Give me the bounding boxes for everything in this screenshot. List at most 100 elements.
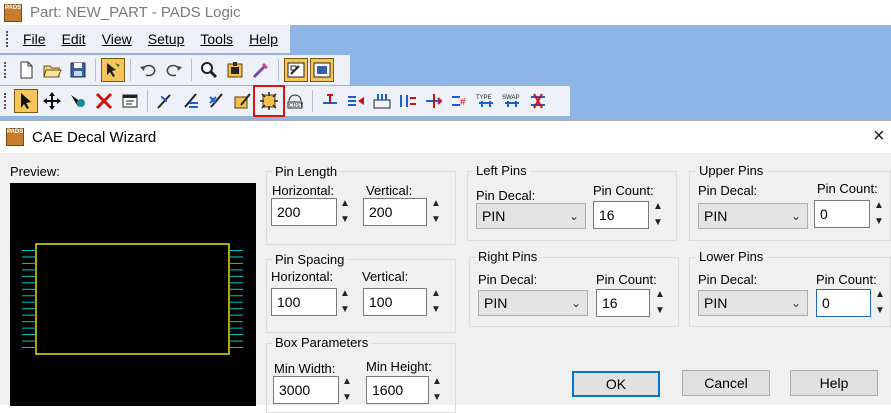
add-field-icon[interactable] <box>205 89 229 113</box>
svg-text:#: # <box>460 97 466 108</box>
pin-spacing-horizontal-input[interactable]: 100 <box>271 288 337 316</box>
dialog-title-bar: PADS CAE Decal Wizard × <box>0 121 891 153</box>
close-icon[interactable]: × <box>873 125 891 149</box>
help-button[interactable]: Help <box>790 370 878 396</box>
zoom-icon[interactable] <box>197 58 221 82</box>
menu-edit[interactable]: Edit <box>62 31 86 47</box>
pin-spacing-icon[interactable] <box>396 89 420 113</box>
properties-icon[interactable] <box>118 89 142 113</box>
cae-decal-wizard-icon[interactable] <box>253 85 285 117</box>
pads-app-icon: PADS <box>4 3 22 22</box>
pin-length-vertical-label: Vertical: <box>366 183 413 198</box>
menu-tools[interactable]: Tools <box>200 31 233 47</box>
decal-preview-drawing <box>22 243 243 355</box>
spin-down-icon: ▼ <box>874 216 884 227</box>
menu-grip-handle[interactable] <box>6 31 9 47</box>
pin-length-horizontal-label: Horizontal: <box>272 183 335 198</box>
undo-icon[interactable] <box>136 58 160 82</box>
upper-pins-decal-select[interactable]: PIN ⌄ <box>698 203 808 229</box>
min-width-spinner[interactable]: ▲ ▼ <box>340 376 354 404</box>
pin-spacing-vertical-spinner[interactable]: ▲ ▼ <box>429 288 443 316</box>
spin-down-icon: ▼ <box>875 305 885 316</box>
ok-button[interactable]: OK <box>572 371 660 397</box>
right-pins-count-label: Pin Count: <box>596 272 657 287</box>
set-pin-numbers-icon[interactable] <box>344 89 368 113</box>
min-width-label: Min Width: <box>274 361 336 376</box>
min-height-spinner[interactable]: ▲ ▼ <box>430 376 444 404</box>
right-pins-title: Right Pins <box>475 249 541 264</box>
pin-type-icon[interactable] <box>422 89 446 113</box>
box-parameters-title: Box Parameters <box>272 335 372 350</box>
cae-decal-wizard-dialog: PADS CAE Decal Wizard × Preview: Pin Len… <box>0 120 891 413</box>
type-icon[interactable]: TYPE <box>474 89 498 113</box>
add-cost-icon[interactable]: COST <box>283 89 307 113</box>
select-mode-icon[interactable] <box>101 58 125 82</box>
upper-pins-count-spinner[interactable]: ▲ ▼ <box>872 200 886 228</box>
pin-spacing-horizontal-spinner[interactable]: ▲ ▼ <box>338 288 352 316</box>
svg-text:SWAP: SWAP <box>502 95 519 101</box>
pin-spacing-horizontal-label: Horizontal: <box>271 269 334 284</box>
add-2d-line-icon[interactable] <box>153 89 177 113</box>
spin-down-icon: ▼ <box>340 214 350 225</box>
library-icon[interactable] <box>223 58 247 82</box>
menu-help[interactable]: Help <box>249 31 278 47</box>
new-icon[interactable] <box>14 58 38 82</box>
spin-up-icon: ▲ <box>340 198 350 209</box>
menu-setup[interactable]: Setup <box>148 31 185 47</box>
upper-pins-count-input[interactable]: 0 <box>814 200 870 228</box>
pin-length-horizontal-spinner[interactable]: ▲ ▼ <box>338 198 352 226</box>
add-text-icon[interactable] <box>179 89 203 113</box>
right-pins-count-input[interactable]: 16 <box>596 289 650 317</box>
min-width-input[interactable]: 3000 <box>273 376 339 404</box>
part-editor-icon[interactable] <box>284 58 308 82</box>
toolbar2-grip-handle[interactable] <box>4 93 7 109</box>
pads-dialog-icon: PADS <box>6 128 24 146</box>
move-icon[interactable] <box>40 89 64 113</box>
left-pins-count-input[interactable]: 16 <box>593 201 649 229</box>
right-pins-count-spinner[interactable]: ▲ ▼ <box>653 289 667 317</box>
rotate-icon[interactable] <box>66 89 90 113</box>
menu-file[interactable]: File <box>23 31 46 47</box>
pin-spacing-vertical-label: Vertical: <box>362 269 409 284</box>
lower-pins-count-spinner[interactable]: ▲ ▼ <box>873 289 887 317</box>
left-pins-count-spinner[interactable]: ▲ ▼ <box>651 201 665 229</box>
select-arrow-icon[interactable] <box>14 89 38 113</box>
part-editing-toolbar: COST # TYPE SWAP <box>0 85 570 117</box>
open-icon[interactable] <box>40 58 64 82</box>
lower-pins-decal-select[interactable]: PIN ⌄ <box>698 290 808 316</box>
swap-icon[interactable]: SWAP <box>500 89 524 113</box>
spin-down-icon: ▼ <box>340 304 350 315</box>
upper-pins-decal-label: Pin Decal: <box>698 183 758 198</box>
renumber-pins-icon[interactable]: # <box>448 89 472 113</box>
lower-pins-count-input[interactable]: 0 <box>816 289 871 317</box>
wizard-icon[interactable] <box>249 58 273 82</box>
redo-icon[interactable] <box>162 58 186 82</box>
decal-preview-canvas <box>10 183 256 406</box>
pin-length-vertical-input[interactable]: 200 <box>363 198 427 226</box>
delete-icon[interactable] <box>92 89 116 113</box>
toolbar-grip-handle[interactable] <box>4 62 7 78</box>
spin-up-icon: ▲ <box>432 376 442 387</box>
edit-part-icon[interactable] <box>231 89 255 113</box>
right-pins-group <box>229 249 243 349</box>
gate-editor-icon[interactable] <box>310 58 334 82</box>
renumber-icon[interactable] <box>370 89 394 113</box>
menu-view[interactable]: View <box>102 31 132 47</box>
min-height-input[interactable]: 1600 <box>366 376 429 404</box>
pin-spacing-vertical-input[interactable]: 100 <box>363 288 427 316</box>
cancel-button[interactable]: Cancel <box>682 370 770 396</box>
spin-up-icon: ▲ <box>431 198 441 209</box>
chevron-down-icon: ⌄ <box>568 209 579 223</box>
pin-length-horizontal-input[interactable]: 200 <box>271 198 337 226</box>
add-terminal-icon[interactable] <box>318 89 342 113</box>
save-icon[interactable] <box>66 58 90 82</box>
svg-text:TYPE: TYPE <box>476 95 492 101</box>
pin-length-vertical-spinner[interactable]: ▲ ▼ <box>429 198 443 226</box>
spin-up-icon: ▲ <box>431 288 441 299</box>
chevron-down-icon: ⌄ <box>790 296 801 310</box>
left-pins-decal-select[interactable]: PIN ⌄ <box>476 203 586 229</box>
pin-swap-icon[interactable] <box>526 89 550 113</box>
spin-down-icon: ▼ <box>431 304 441 315</box>
upper-pins-count-label: Pin Count: <box>817 181 878 196</box>
right-pins-decal-select[interactable]: PIN ⌄ <box>478 290 588 316</box>
